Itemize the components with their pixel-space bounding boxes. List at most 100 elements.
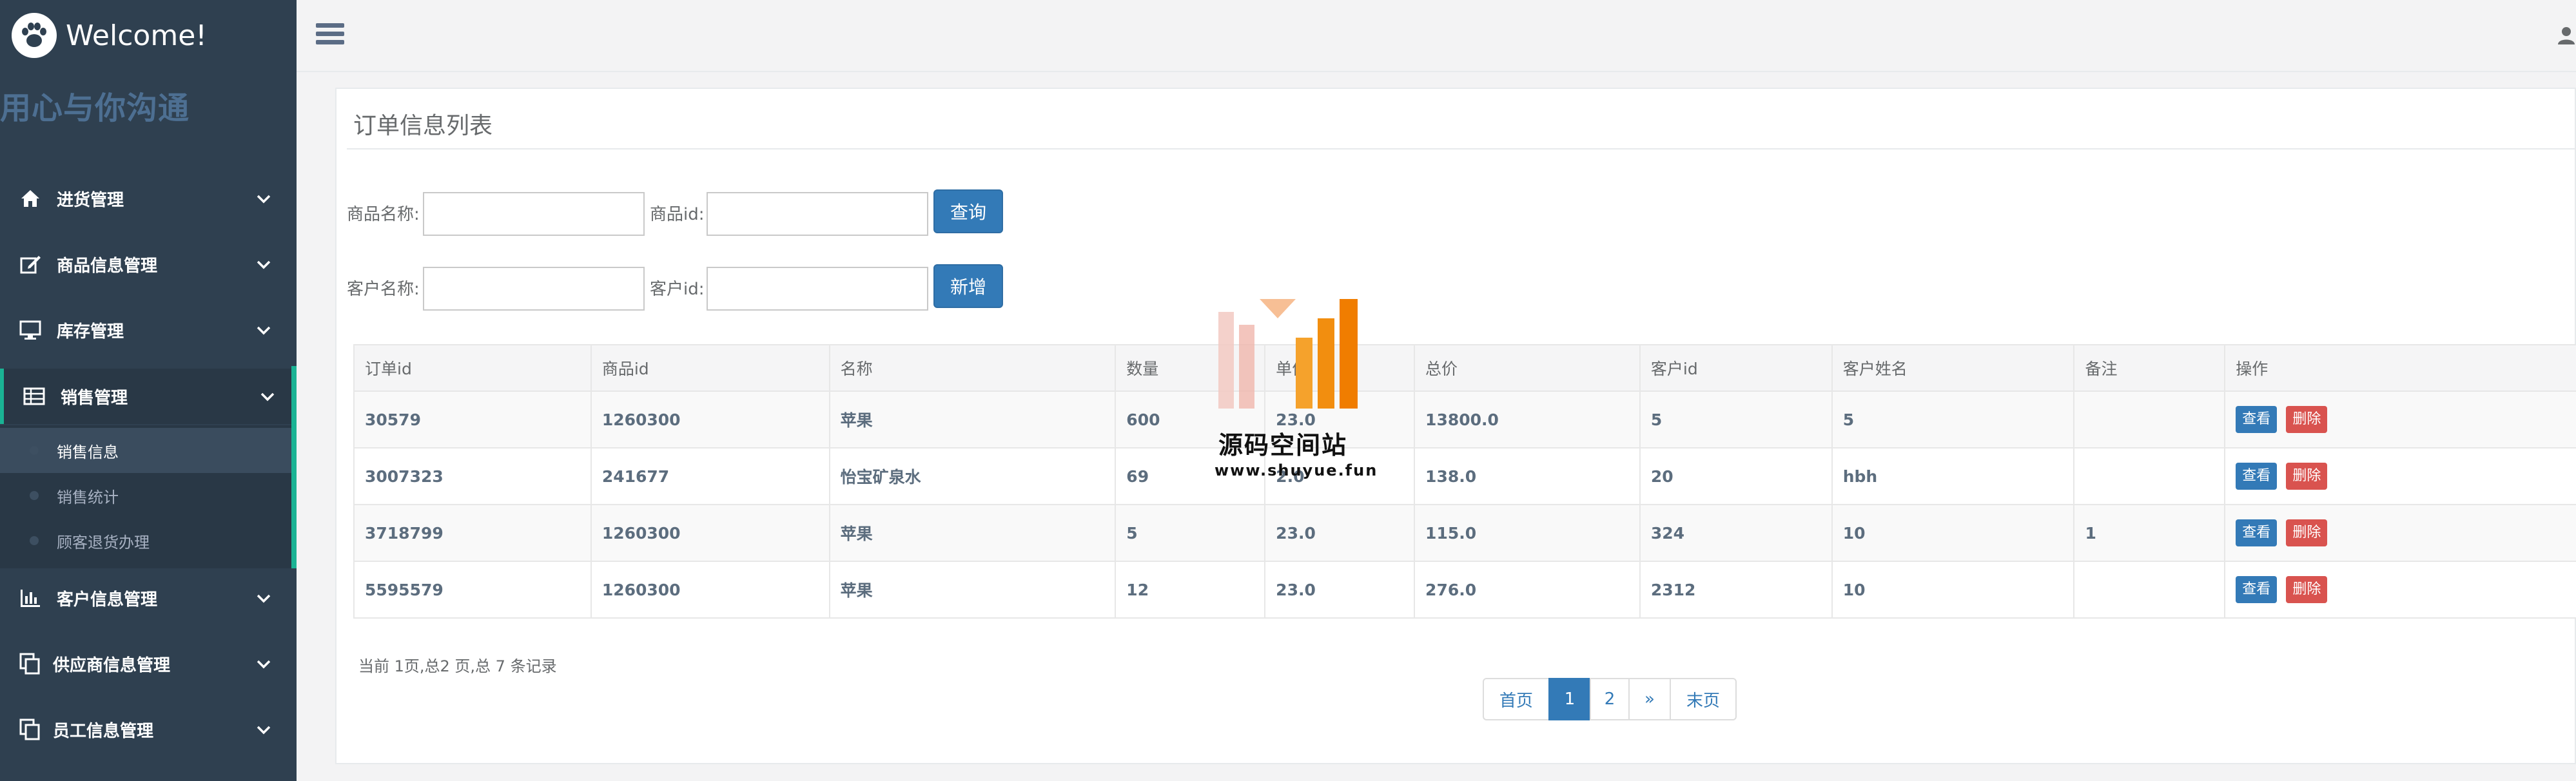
table-row: 3007323 241677 怡宝矿泉水 69 2.0 138.0 20 hbh… bbox=[353, 447, 2576, 505]
table-cell: 苹果 bbox=[828, 391, 1117, 448]
table-cell: 12 bbox=[1115, 561, 1266, 619]
table-row: 5595579 1260300 苹果 12 23.0 276.0 2312 10… bbox=[353, 561, 2576, 619]
add-button[interactable]: 新增 bbox=[933, 264, 1003, 308]
watermark-logo-icon bbox=[1218, 299, 1358, 409]
orders-table: 订单id 商品id 名称 数量 单价 总价 客户id 客户姓名 备注 操作 30… bbox=[353, 344, 2576, 619]
menu-toggle-icon[interactable] bbox=[316, 23, 344, 48]
table-cell bbox=[2073, 447, 2226, 505]
table-cell: 23.0 bbox=[1264, 504, 1416, 562]
customer-name-label: 客户名称: bbox=[347, 280, 420, 299]
sidebar-item-label: 客户信息管理 bbox=[57, 590, 158, 610]
column-header: 客户id bbox=[1639, 344, 1833, 392]
chevron-down-icon bbox=[257, 195, 271, 204]
user-icon[interactable] bbox=[2557, 26, 2576, 45]
actions-cell: 查看 删除 bbox=[2224, 561, 2576, 619]
table-cell: 1260300 bbox=[590, 391, 830, 448]
submenu-item-returns[interactable]: 顾客退货办理 bbox=[0, 518, 291, 563]
next-page-button[interactable]: » bbox=[1628, 678, 1671, 720]
table-cell: 13800.0 bbox=[1414, 391, 1641, 448]
submenu-item-sales-info[interactable]: 销售信息 bbox=[0, 428, 291, 473]
sidebar: Welcome! 用心与你沟通 进货管理 商品信息管理 库存管理 销售管理 销售… bbox=[0, 0, 297, 781]
table-cell bbox=[2073, 561, 2226, 619]
copy-icon bbox=[19, 718, 40, 740]
first-page-button[interactable]: 首页 bbox=[1483, 678, 1550, 720]
bullet-icon bbox=[30, 446, 39, 455]
column-header: 操作 bbox=[2224, 344, 2576, 392]
sidebar-item-label: 商品信息管理 bbox=[57, 256, 158, 276]
active-indicator bbox=[291, 366, 297, 568]
page-button[interactable]: 1 bbox=[1548, 678, 1591, 720]
sidebar-item-label: 供应商信息管理 bbox=[53, 655, 171, 675]
home-icon bbox=[21, 190, 39, 207]
view-button[interactable]: 查看 bbox=[2236, 576, 2278, 603]
query-button[interactable]: 查询 bbox=[933, 189, 1003, 233]
sidebar-item-sales[interactable]: 销售管理 bbox=[0, 369, 297, 424]
chevron-down-icon bbox=[257, 594, 271, 603]
table-row: 3718799 1260300 苹果 5 23.0 115.0 324 10 1… bbox=[353, 504, 2576, 562]
paw-logo-icon bbox=[12, 13, 57, 58]
table-cell: 2312 bbox=[1639, 561, 1833, 619]
product-name-input[interactable] bbox=[423, 192, 645, 236]
table-row: 30579 1260300 苹果 600 23.0 13800.0 5 5 查看… bbox=[353, 391, 2576, 448]
column-header: 总价 bbox=[1414, 344, 1641, 392]
view-button[interactable]: 查看 bbox=[2236, 463, 2278, 490]
table-cell: 10 bbox=[1831, 504, 2075, 562]
panel-title: 订单信息列表 bbox=[353, 113, 493, 139]
customer-id-input[interactable] bbox=[707, 267, 928, 311]
view-button[interactable]: 查看 bbox=[2236, 406, 2278, 433]
last-page-button[interactable]: 末页 bbox=[1670, 678, 1737, 720]
submenu-item-label: 顾客退货办理 bbox=[57, 533, 150, 552]
table-cell: hbh bbox=[1831, 447, 2075, 505]
pagination: 首页 1 2 » 末页 bbox=[1483, 678, 1737, 720]
page-info: 当前 1页,总2 页,总 7 条记录 bbox=[358, 657, 557, 675]
table-cell: 23.0 bbox=[1264, 561, 1416, 619]
table-cell: 1260300 bbox=[590, 561, 830, 619]
sidebar-item-inventory[interactable]: 库存管理 bbox=[0, 303, 297, 357]
submenu-item-sales-stats[interactable]: 销售统计 bbox=[0, 473, 291, 518]
column-header: 客户姓名 bbox=[1831, 344, 2075, 392]
delete-button[interactable]: 删除 bbox=[2286, 406, 2328, 433]
view-button[interactable]: 查看 bbox=[2236, 519, 2278, 546]
chevron-down-icon bbox=[257, 260, 271, 269]
submenu-item-label: 销售统计 bbox=[57, 488, 119, 506]
table-cell: 241677 bbox=[590, 447, 830, 505]
order-list-panel: 订单信息列表 商品名称: 商品id: 查询 客户名称: 客户id: 新增 订单i… bbox=[335, 88, 2576, 764]
chevron-down-icon bbox=[257, 326, 271, 335]
sidebar-item-purchase[interactable]: 进货管理 bbox=[0, 171, 297, 226]
column-header: 备注 bbox=[2073, 344, 2226, 392]
table-cell: 324 bbox=[1639, 504, 1833, 562]
watermark-text: 源码空间站 bbox=[1218, 431, 1348, 459]
table-cell: 怡宝矿泉水 bbox=[828, 447, 1117, 505]
table-cell: 3718799 bbox=[353, 504, 592, 562]
customer-name-input[interactable] bbox=[423, 267, 645, 311]
chevron-down-icon bbox=[257, 726, 271, 735]
sidebar-item-customer[interactable]: 客户信息管理 bbox=[0, 571, 297, 625]
sidebar-item-employee[interactable]: 员工信息管理 bbox=[0, 702, 297, 757]
watermark-url: www.shuyue.fun bbox=[1215, 461, 1378, 479]
column-header: 商品id bbox=[590, 344, 830, 392]
page-button[interactable]: 2 bbox=[1590, 678, 1630, 720]
table-cell: 5 bbox=[1115, 504, 1266, 562]
table-cell: 138.0 bbox=[1414, 447, 1641, 505]
edit-icon bbox=[20, 256, 41, 274]
product-id-label: 商品id: bbox=[650, 205, 705, 224]
table-cell: 3007323 bbox=[353, 447, 592, 505]
table-cell: 苹果 bbox=[828, 504, 1117, 562]
delete-button[interactable]: 删除 bbox=[2286, 576, 2328, 603]
sidebar-item-label: 员工信息管理 bbox=[53, 721, 154, 741]
sidebar-item-label: 库存管理 bbox=[57, 322, 124, 342]
actions-cell: 查看 删除 bbox=[2224, 447, 2576, 505]
delete-button[interactable]: 删除 bbox=[2286, 463, 2328, 490]
chevron-down-icon bbox=[260, 392, 275, 401]
delete-button[interactable]: 删除 bbox=[2286, 519, 2328, 546]
table-cell: 1260300 bbox=[590, 504, 830, 562]
table-cell: 5595579 bbox=[353, 561, 592, 619]
sidebar-item-supplier[interactable]: 供应商信息管理 bbox=[0, 637, 297, 691]
brand: Welcome! bbox=[12, 13, 207, 58]
bar-chart-icon bbox=[21, 590, 40, 607]
table-cell: 5 bbox=[1639, 391, 1833, 448]
table-cell: 1 bbox=[2073, 504, 2226, 562]
bullet-icon bbox=[30, 536, 39, 545]
sidebar-item-product[interactable]: 商品信息管理 bbox=[0, 237, 297, 291]
product-id-input[interactable] bbox=[707, 192, 928, 236]
